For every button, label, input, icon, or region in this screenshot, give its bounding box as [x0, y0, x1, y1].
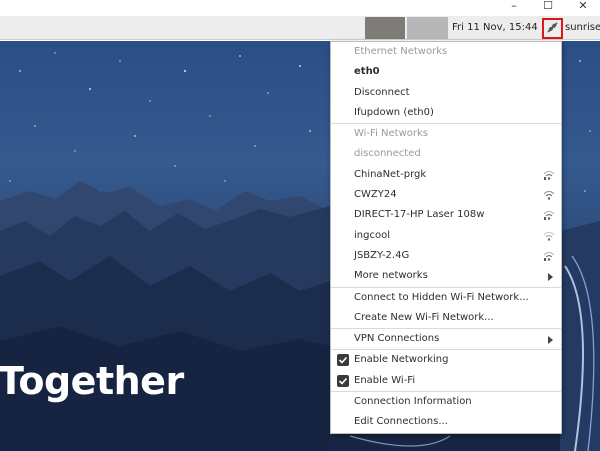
disconnect-item[interactable]: Disconnect: [331, 83, 561, 103]
submenu-arrow-icon: [548, 273, 553, 282]
wifi-ssid: CWZY24: [354, 189, 397, 201]
wifi-network-item[interactable]: ChinaNet-prgk: [331, 165, 561, 185]
connect-hidden-wifi-item[interactable]: Connect to Hidden Wi-Fi Network...: [331, 288, 561, 308]
more-networks-item[interactable]: More networks: [331, 266, 561, 286]
enable-wifi-label: Enable Wi-Fi: [354, 374, 416, 386]
vpn-connections-item[interactable]: VPN Connections: [331, 329, 561, 349]
wifi-ssid: DIRECT-17-HP Laser 108w: [354, 209, 485, 221]
window-titlebar: – ☐ ✕: [0, 0, 600, 16]
connection-information-item[interactable]: Connection Information: [331, 392, 561, 412]
wifi-networks-header: Wi-Fi Networks: [354, 128, 428, 140]
wifi-signal-icon: [543, 191, 555, 200]
ethernet-device-label: eth0: [354, 66, 380, 78]
wifi-signal-icon: [543, 231, 555, 241]
network-wired-icon: [546, 21, 559, 37]
wifi-network-item[interactable]: CWZY24: [331, 185, 561, 205]
more-networks-label: More networks: [354, 270, 428, 282]
taskbar-window-button[interactable]: [365, 17, 405, 39]
wifi-ssid: ingcool: [354, 229, 390, 241]
wifi-network-item[interactable]: ingcool: [331, 226, 561, 246]
wifi-network-item[interactable]: JSBZY-2.4G: [331, 246, 561, 266]
wifi-signal-icon: [543, 251, 555, 261]
wifi-ssid: ChinaNet-prgk: [354, 168, 427, 180]
wallpaper-slogan: Together: [0, 359, 184, 403]
wifi-status-label: disconnected: [354, 148, 421, 160]
submenu-arrow-icon: [548, 336, 553, 345]
enable-networking-label: Enable Networking: [354, 354, 449, 366]
wifi-ssid: JSBZY-2.4G: [354, 249, 410, 261]
minimize-button[interactable]: –: [506, 0, 522, 14]
close-button[interactable]: ✕: [575, 0, 591, 14]
clock[interactable]: Fri 11 Nov, 15:44: [452, 16, 538, 40]
edit-connections-item[interactable]: Edit Connections...: [331, 412, 561, 432]
wifi-signal-icon: [543, 170, 555, 180]
maximize-button[interactable]: ☐: [540, 0, 556, 14]
vpn-connections-label: VPN Connections: [354, 333, 440, 345]
network-menu: Ethernet Networks eth0 Disconnect Ifupdo…: [330, 41, 562, 434]
ethernet-networks-header: Ethernet Networks: [354, 46, 448, 57]
enable-networking-item[interactable]: Enable Networking: [331, 350, 561, 370]
taskbar-window-button[interactable]: [407, 17, 448, 39]
wifi-signal-icon: [543, 211, 555, 221]
wifi-network-item[interactable]: DIRECT-17-HP Laser 108w: [331, 205, 561, 225]
user-menu[interactable]: sunrise: [565, 16, 600, 40]
checkbox-checked-icon[interactable]: [337, 374, 349, 387]
checkbox-checked-icon[interactable]: [337, 354, 349, 367]
network-tray-button[interactable]: [542, 18, 563, 39]
ifupdown-connection-item[interactable]: Ifupdown (eth0): [331, 103, 561, 123]
enable-wifi-item[interactable]: Enable Wi-Fi: [331, 371, 561, 391]
top-panel: Fri 11 Nov, 15:44 sunrise: [0, 16, 600, 40]
create-new-wifi-item[interactable]: Create New Wi-Fi Network...: [331, 308, 561, 328]
